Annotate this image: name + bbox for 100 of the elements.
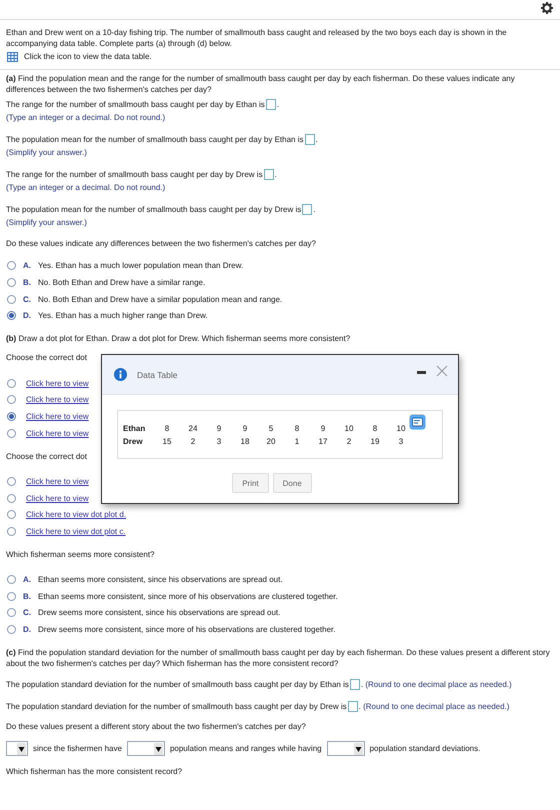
radio-button[interactable] <box>7 510 16 520</box>
choice-text: Yes. Ethan has a much lower population mean than Drew. <box>38 260 244 272</box>
radio-button[interactable] <box>7 428 16 438</box>
close-icon[interactable] <box>436 364 448 376</box>
question-text: Which fisherman seems more consistent? <box>6 548 156 560</box>
table-cell-text: 9 <box>216 424 222 433</box>
table-cell-text: 8 <box>294 424 300 433</box>
table-cell-text: 10 <box>396 424 406 433</box>
dot-plot-link[interactable]: Click here to view <box>26 492 89 504</box>
choice-text: Drew seems more consistent, since more of his observations are clustered together. <box>38 624 336 636</box>
hint-text: (Simplify your answer.) <box>6 218 87 227</box>
radio-button[interactable] <box>7 608 16 618</box>
table-cell-text: 1 <box>294 437 300 446</box>
info-icon <box>114 368 127 381</box>
answer-box[interactable] <box>302 204 312 215</box>
radio-button[interactable] <box>7 278 16 288</box>
dot-plot-link[interactable]: Click here to view dot plot d. <box>26 509 126 520</box>
choice-text: Drew seems more consistent, since his observations are spread out. <box>38 607 280 618</box>
dot-plot-link[interactable]: Click here to view <box>26 428 89 439</box>
table-cell-text: 2 <box>190 437 196 446</box>
table-cell-text: 15 <box>162 437 172 446</box>
table-cell-text: 8 <box>372 424 378 433</box>
radio-button[interactable] <box>7 294 16 304</box>
table-cell-text: 3 <box>216 437 222 446</box>
part-prompt: (c) Find the population standard deviation for the number of smallmouth bass caught per day by each fisherman. Do these values present a different story about the two fishermen's catches per day? Which fisherman has the more consistent record? <box>6 646 551 668</box>
table-cell-text: 2 <box>346 437 352 446</box>
choice-letter: C. <box>23 294 32 305</box>
choice-letter: A. <box>23 260 32 272</box>
punctuation: . <box>276 100 280 109</box>
radio-button[interactable] <box>7 261 16 270</box>
dropdown[interactable] <box>6 741 28 756</box>
dot-plot-link[interactable]: Click here to view <box>26 476 89 487</box>
radio-button[interactable] <box>7 526 16 536</box>
settings-icon[interactable] <box>541 2 553 14</box>
problem-text: Ethan and Drew went on a 10-day fishing trip. The number of smallmouth bass caught and released by the two boys each day is shown in the accompanying data table. Complete parts (a) through (d) below. <box>6 27 508 49</box>
sentence-text: population means and ranges while having <box>170 743 322 754</box>
question-text: The range for the number of smallmouth bass caught per day by Drew is <box>6 170 263 179</box>
copy-icon[interactable] <box>409 414 426 430</box>
dropdown[interactable] <box>126 741 165 756</box>
answer-box[interactable] <box>304 134 315 145</box>
table-cell-text: 8 <box>164 424 170 433</box>
radio-button[interactable] <box>7 592 16 601</box>
answer-box[interactable] <box>350 678 360 690</box>
dot-plot-link[interactable]: Click here to view dot plot c. <box>26 526 126 537</box>
punctuation: . <box>358 702 361 710</box>
caret-icon <box>354 742 363 754</box>
dropdown[interactable] <box>326 741 365 756</box>
dot-plot-link[interactable]: Click here to view <box>26 410 89 422</box>
hint-text: (Round to one decimal place as needed.) <box>363 702 510 710</box>
answer-box[interactable] <box>266 99 276 110</box>
row-header: Ethan <box>123 424 146 433</box>
table-cell-text: 17 <box>318 437 328 446</box>
choice-letter: B. <box>23 277 32 288</box>
dot-plot-link[interactable]: Click here to view <box>26 394 89 406</box>
question-text: The range for the number of smallmouth bass caught per day by Ethan is <box>6 100 265 109</box>
punctuation: . <box>274 170 277 179</box>
instruction-text: Choose the correct dot <box>6 450 88 462</box>
radio-button[interactable] <box>7 395 16 404</box>
table-cell-text: 24 <box>188 424 198 433</box>
dot-plot-link[interactable]: Click here to view <box>26 378 89 389</box>
print-button[interactable]: Print <box>232 473 269 493</box>
question-text: The population standard deviation for the number of smallmouth bass caught per day by Ethan is <box>6 680 349 688</box>
sentence-text: population standard deviations. <box>370 743 480 754</box>
question-text: The population standard deviation for the number of smallmouth bass caught per day by Drew is <box>6 702 347 710</box>
caret-icon <box>154 742 163 754</box>
instruction-text: Choose the correct dot <box>6 352 88 364</box>
sentence-text: since the fishermen have <box>33 743 122 754</box>
radio-button[interactable] <box>7 476 16 486</box>
done-button[interactable]: Done <box>272 473 312 493</box>
question-text: The population mean for the number of smallmouth bass caught per day by Drew is <box>6 205 302 214</box>
radio-button[interactable] <box>7 575 16 584</box>
hint-text: (Simplify your answer.) <box>6 148 87 157</box>
question-text: Which fisherman has the more consistent record? <box>6 766 184 777</box>
radio-button[interactable] <box>7 378 16 388</box>
caret-icon <box>17 742 26 754</box>
row-header: Drew <box>123 437 144 446</box>
choice-letter: D. <box>23 310 32 322</box>
table-cell-text: 19 <box>370 437 380 446</box>
choice-letter: A. <box>23 574 32 586</box>
choice-text: Yes. Ethan has a much higher range than Drew. <box>38 310 208 322</box>
radio-button[interactable] <box>7 311 16 320</box>
table-icon[interactable] <box>7 52 18 62</box>
answer-box[interactable] <box>348 700 358 712</box>
radio-button[interactable] <box>7 494 16 503</box>
choice-letter: B. <box>23 590 32 602</box>
choice-text: Ethan seems more consistent, since his observations are spread out. <box>38 574 283 586</box>
hint-text: (Round to one decimal place as needed.) <box>365 680 512 688</box>
punctuation: . <box>360 680 364 688</box>
radio-button[interactable] <box>7 625 16 634</box>
radio-button[interactable] <box>7 412 16 421</box>
punctuation: . <box>313 205 316 214</box>
answer-box[interactable] <box>264 169 274 180</box>
choice-letter: C. <box>23 607 32 618</box>
question-text: The population mean for the number of smallmouth bass caught per day by Ethan is <box>6 135 304 144</box>
table-cell-text: 5 <box>268 424 274 433</box>
question-text: Do these values present a different story about the two fishermen's catches per day? <box>6 721 307 732</box>
table-cell-text: 20 <box>266 437 276 446</box>
question-text: Do these values indicate any differences between the two fishermen's catches per day? <box>6 238 318 249</box>
part-prompt: (a) Find the population mean and the range for the number of smallmouth bass caught per day by each fisherman. Do these values indicate any differences between the two fishermen's catches per day? <box>6 73 516 95</box>
choice-text: No. Both Ethan and Drew have a similar range. <box>38 277 206 288</box>
